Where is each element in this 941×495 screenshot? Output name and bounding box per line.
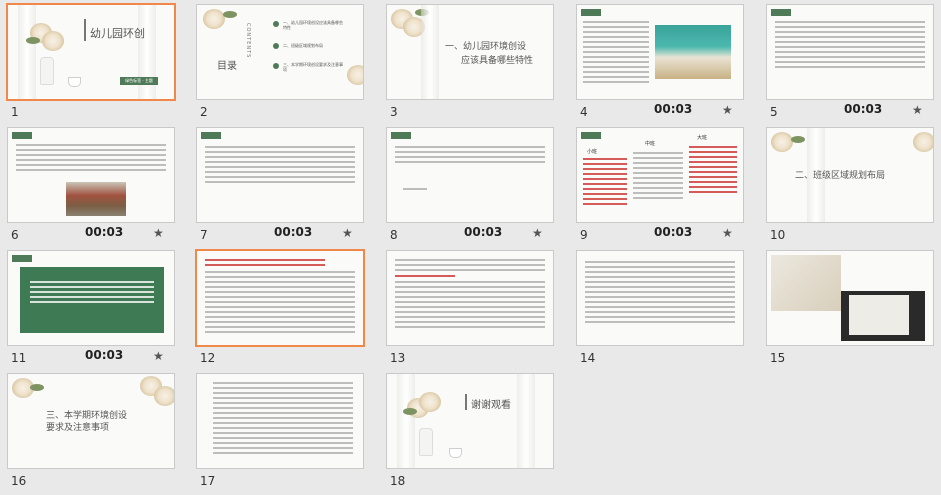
slide-thumb-4[interactable]: 4 00:03 ★: [574, 2, 758, 125]
slide-thumb-3[interactable]: 一、幼儿园环境创设 应该具备哪些特性 3: [384, 2, 568, 125]
slide-number: 12: [200, 351, 216, 365]
slide-preview: [766, 250, 934, 346]
animation-star-icon[interactable]: ★: [153, 226, 164, 240]
slide-number: 17: [200, 474, 216, 488]
slide-timing: 00:03: [844, 102, 883, 116]
slide-number: 9: [580, 228, 588, 242]
slide-thumb-2[interactable]: 目录 CONTENTS 一、幼儿园环境创设应该具备哪些特性 二、班级区域规划布局…: [194, 2, 378, 125]
slide-preview: 小班 中班 大班: [576, 127, 744, 223]
vase-image: [40, 57, 54, 85]
slide-thumb-11[interactable]: 11 00:03 ★: [5, 248, 189, 371]
toc-item-1: 一、幼儿园环境创设应该具备哪些特性: [283, 20, 343, 30]
slide-title: 幼儿园环创: [90, 27, 145, 40]
slide-thumb-6[interactable]: 6 00:03 ★: [5, 125, 189, 248]
slide-timing: 00:03: [654, 225, 693, 239]
slide-thumb-17[interactable]: 17: [194, 371, 378, 494]
animation-star-icon[interactable]: ★: [722, 226, 733, 240]
toc-item-3: 三、本学期环境创设要求及注意事项: [283, 62, 343, 72]
slide-timing: 00:03: [85, 348, 124, 362]
contents-vertical: CONTENTS: [245, 23, 251, 59]
slide-number: 16: [11, 474, 27, 488]
slide-preview: 三、本学期环境创设 要求及注意事项: [7, 373, 175, 469]
slide-title: 一、幼儿园环境创设: [445, 42, 527, 52]
slide-number: 1: [11, 105, 19, 119]
slide-preview: [576, 250, 744, 346]
slide-thumb-9[interactable]: 小班 中班 大班 9 00:03 ★: [574, 125, 758, 248]
green-panel: [20, 267, 164, 333]
toc-item-2: 二、班级区域规划布局: [283, 43, 323, 48]
artwork-photo: [66, 182, 126, 216]
slide-number: 13: [390, 351, 406, 365]
slide-number: 18: [390, 474, 406, 488]
slide-thumb-15[interactable]: 15: [764, 248, 941, 371]
slide-number: 3: [390, 105, 398, 119]
slide-title: 二、班级区域规划布局: [795, 171, 886, 181]
animation-star-icon[interactable]: ★: [342, 226, 353, 240]
slide-number: 4: [580, 105, 588, 119]
slide-timing: 00:03: [274, 225, 313, 239]
slide-number: 14: [580, 351, 596, 365]
animation-star-icon[interactable]: ★: [912, 103, 923, 117]
slide-title: 谢谢观看: [471, 400, 511, 411]
slide-number: 7: [200, 228, 208, 242]
subtitle-badge: 绿色标签 · 主题: [120, 77, 158, 85]
slide-preview: [576, 4, 744, 100]
slide-timing: 00:03: [85, 225, 124, 239]
slide-thumb-13[interactable]: 13: [384, 248, 568, 371]
slide-preview: [386, 250, 554, 346]
label-small-class: 小班: [587, 149, 598, 155]
slide-subtitle: 要求及注意事项: [46, 423, 110, 433]
slide-thumb-8[interactable]: 8 00:03 ★: [384, 125, 568, 248]
slide-preview: 二、班级区域规划布局: [766, 127, 934, 223]
slide-number: 10: [770, 228, 786, 242]
slide-preview: 谢谢观看: [386, 373, 554, 469]
slide-preview: 目录 CONTENTS 一、幼儿园环境创设应该具备哪些特性 二、班级区域规划布局…: [196, 4, 364, 100]
slide-preview: [766, 4, 934, 100]
slide-thumb-10[interactable]: 二、班级区域规划布局 10: [764, 125, 941, 248]
animation-star-icon[interactable]: ★: [153, 349, 164, 363]
drawing-photo-2: [841, 291, 925, 341]
slide-thumb-7[interactable]: 7 00:03 ★: [194, 125, 378, 248]
slide-preview: [386, 127, 554, 223]
slide-preview: [7, 127, 175, 223]
classroom-photo: [655, 25, 731, 79]
slide-timing: 00:03: [464, 225, 503, 239]
slide-thumb-18[interactable]: 谢谢观看 18: [384, 371, 568, 494]
slide-thumb-16[interactable]: 三、本学期环境创设 要求及注意事项 16: [5, 371, 189, 494]
slide-timing: 00:03: [654, 102, 693, 116]
slide-preview: [195, 249, 365, 347]
slide-preview: [196, 127, 364, 223]
cup-image: [68, 77, 81, 87]
slide-thumb-12[interactable]: 12: [194, 248, 378, 371]
slide-preview: 幼儿园环创 绿色标签 · 主题: [6, 3, 176, 101]
slide-preview: [7, 250, 175, 346]
slide-number: 2: [200, 105, 208, 119]
slide-number: 8: [390, 228, 398, 242]
slide-thumb-14[interactable]: 14: [574, 248, 758, 371]
slide-subtitle: 应该具备哪些特性: [461, 56, 534, 66]
slide-preview: 一、幼儿园环境创设 应该具备哪些特性: [386, 4, 554, 100]
animation-star-icon[interactable]: ★: [532, 226, 543, 240]
label-middle-class: 中班: [645, 141, 656, 147]
slide-number: 15: [770, 351, 786, 365]
slide-preview: [196, 373, 364, 469]
slide-number: 11: [11, 351, 27, 365]
slide-number: 6: [11, 228, 19, 242]
slide-number: 5: [770, 105, 778, 119]
label-big-class: 大班: [697, 135, 708, 141]
toc-title: 目录: [217, 61, 237, 72]
drawing-photo-1: [771, 255, 841, 311]
slide-thumb-5[interactable]: 5 00:03 ★: [764, 2, 941, 125]
slide-thumb-1[interactable]: 幼儿园环创 绿色标签 · 主题 1: [5, 2, 189, 125]
animation-star-icon[interactable]: ★: [722, 103, 733, 117]
